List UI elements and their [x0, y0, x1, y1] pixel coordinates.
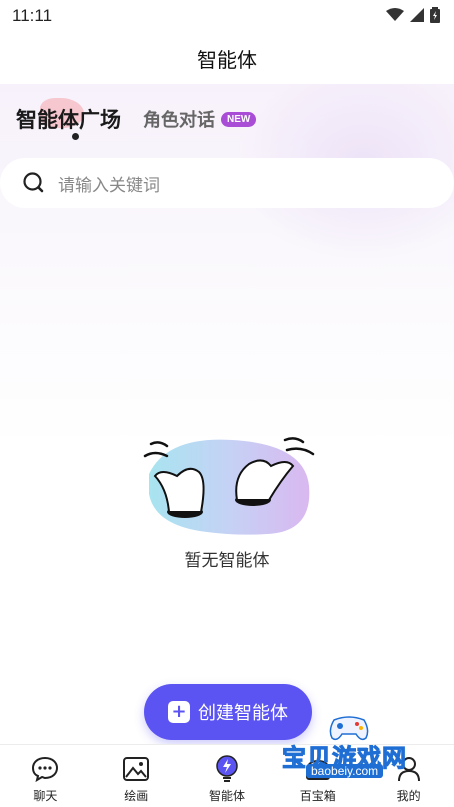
user-icon — [394, 754, 424, 784]
signal-icon — [410, 8, 424, 22]
nav-bar: 智能体 — [0, 32, 454, 84]
image-icon — [121, 754, 151, 784]
tab-bar: 智能体广场 角色对话 NEW — [16, 98, 257, 140]
status-icons — [386, 7, 440, 23]
empty-state-illustration-icon — [143, 437, 315, 535]
page-title: 智能体 — [197, 47, 257, 72]
tab-agent-square[interactable]: 智能体广场 — [16, 98, 121, 140]
search-icon — [23, 172, 44, 193]
toolbox-icon — [303, 754, 333, 784]
bottom-nav: 聊天 绘画 智能体 百宝箱 我的 — [0, 744, 454, 807]
bottom-nav-item-chat[interactable]: 聊天 — [0, 745, 91, 807]
bottom-nav-label: 聊天 — [33, 789, 58, 803]
search-bar[interactable]: 请输入关键词 — [0, 158, 454, 208]
status-bar: 11:11 — [0, 0, 454, 32]
wifi-icon — [386, 8, 404, 21]
search-input[interactable]: 请输入关键词 — [58, 171, 160, 196]
bottom-nav-item-draw[interactable]: 绘画 — [91, 745, 182, 807]
bottom-nav-label: 绘画 — [124, 789, 149, 803]
battery-icon — [430, 7, 440, 23]
bottom-nav-item-mine[interactable]: 我的 — [363, 745, 454, 807]
tab-active-indicator — [72, 133, 79, 140]
status-time: 11:11 — [12, 6, 53, 25]
plus-icon: + — [168, 701, 190, 723]
bottom-nav-label: 百宝箱 — [299, 789, 336, 803]
lightbulb-icon — [212, 754, 242, 784]
bottom-nav-item-agent[interactable]: 智能体 — [182, 745, 273, 807]
create-agent-button[interactable]: + 创建智能体 — [144, 684, 312, 740]
chat-bubble-icon — [30, 754, 60, 784]
tab-agent-square-label: 智能体广场 — [16, 108, 121, 132]
create-agent-label: 创建智能体 — [198, 703, 288, 724]
main-content: 智能体广场 角色对话 NEW 请输入关键词 暂无智能体 + 创建智能体 — [0, 84, 454, 744]
new-badge: NEW — [221, 111, 257, 127]
bottom-nav-item-toolbox[interactable]: 百宝箱 — [272, 745, 363, 807]
bottom-nav-label: 智能体 — [208, 789, 245, 803]
tab-role-chat[interactable]: 角色对话 — [143, 106, 215, 132]
empty-state-text: 暂无智能体 — [184, 551, 270, 571]
bottom-nav-label: 我的 — [396, 789, 421, 803]
